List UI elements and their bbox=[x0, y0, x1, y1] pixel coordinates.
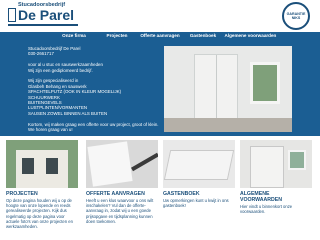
offerte-thumbnail[interactable] bbox=[86, 140, 158, 188]
logo-name: De Parel bbox=[18, 7, 75, 23]
nav-item-projecten[interactable]: Projecten bbox=[96, 32, 139, 40]
panel-title[interactable]: GASTENBOEK bbox=[163, 191, 235, 197]
nav-item-algemene-voorwaarden[interactable]: Algemene voorwaarden bbox=[225, 32, 277, 40]
panel-text: Hier vindt u binnenkort onze voorwaarden… bbox=[240, 204, 293, 215]
window-image bbox=[250, 62, 280, 104]
panel-voorwaarden[interactable]: ALGEMENE VOORWAARDEN Hier vindt u binnen… bbox=[240, 140, 312, 214]
panel-text: Op deze pagina houden wij u op de hoogte… bbox=[6, 198, 73, 230]
panel-projecten[interactable]: PROJECTEN Op deze pagina houden wij u op… bbox=[6, 140, 78, 229]
voorwaarden-thumbnail[interactable] bbox=[240, 140, 312, 188]
logo-mark-icon bbox=[8, 8, 16, 22]
guarantee-seal-icon: GARANTIE NIKS bbox=[282, 2, 310, 30]
nav-item-gastenboek[interactable]: Gastenboek bbox=[182, 32, 225, 40]
nav-item-offerte-aanvragen[interactable]: Offerte aanvragen bbox=[139, 32, 182, 40]
site-header: Stucadoorsbedrijf De Parel GARANTIE NIKS bbox=[0, 0, 320, 32]
keyboard-icon bbox=[163, 150, 235, 180]
gastenboek-thumbnail[interactable] bbox=[163, 140, 235, 188]
panel-text: Uw opmerkingen kunt u kwijt in ons gaste… bbox=[163, 198, 229, 209]
panel-title[interactable]: OFFERTE AANVRAGEN bbox=[86, 191, 158, 197]
intro-line: We horen graag van u! bbox=[28, 127, 73, 133]
panel-offerte[interactable]: OFFERTE AANVRAGEN Heeft u een klus waarv… bbox=[86, 140, 158, 224]
nav-item-onze-firma[interactable]: Onze firma bbox=[53, 32, 96, 40]
panel-title[interactable]: ALGEMENE VOORWAARDEN bbox=[240, 191, 312, 203]
intro-text: Stucadoorsbedrijf De Parel 030-2661717 v… bbox=[28, 46, 158, 133]
pen-icon bbox=[131, 152, 158, 172]
company-logo[interactable]: Stucadoorsbedrijf De Parel bbox=[8, 2, 80, 28]
panel-title[interactable]: PROJECTEN bbox=[6, 191, 78, 197]
logo-underline bbox=[8, 24, 78, 26]
feature-panels: PROJECTEN Op deze pagina houden wij u op… bbox=[0, 136, 320, 240]
main-navigation: Onze firma Projecten Offerte aanvragen G… bbox=[0, 32, 320, 40]
hero-room-photo bbox=[164, 46, 292, 132]
panel-gastenboek[interactable]: GASTENBOEK Uw opmerkingen kunt u kwijt i… bbox=[163, 140, 235, 208]
panel-text: Heeft u een klus waarvoor u ons wilt ins… bbox=[86, 198, 154, 224]
projecten-thumbnail[interactable] bbox=[6, 140, 78, 188]
wardrobe-image bbox=[194, 54, 238, 128]
